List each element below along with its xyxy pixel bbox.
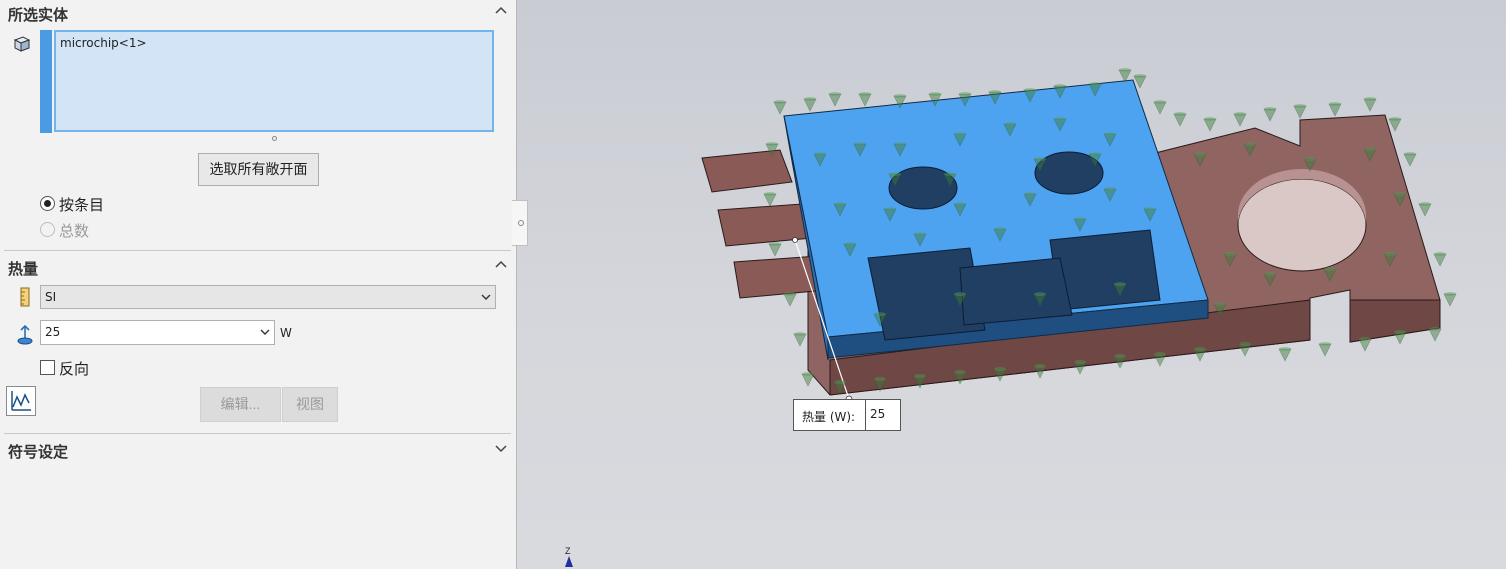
heat-unit: W [280, 326, 292, 340]
graph-button[interactable] [6, 386, 36, 416]
section-divider [4, 433, 511, 434]
section-divider [4, 250, 511, 251]
axis-z-label: Z [565, 546, 571, 556]
list-item[interactable]: microchip<1> [60, 36, 147, 50]
edit-button[interactable]: 编辑... [200, 387, 281, 422]
total-label: 总数 [59, 223, 90, 240]
select-all-open-faces-button[interactable]: 选取所有敞开面 [198, 153, 319, 186]
reverse-label: 反向 [59, 361, 90, 378]
chevron-up-icon[interactable] [494, 4, 508, 18]
solid-body-icon [13, 36, 31, 52]
list-resize-handle[interactable] [272, 136, 277, 141]
selected-entities-header[interactable]: 所选实体 [0, 0, 512, 26]
symbol-settings-title: 符号设定 [8, 444, 69, 461]
property-panel: 所选实体 microchip<1> 选取所有敞开面 按条目 总数 热量 SI 2… [0, 0, 517, 569]
model-render[interactable] [517, 0, 1506, 569]
heat-header[interactable]: 热量 [0, 254, 512, 280]
chevron-up-icon[interactable] [494, 258, 508, 272]
selection-indicator-bar [40, 30, 52, 133]
unit-system-value: SI [45, 290, 57, 304]
unit-ruler-icon [20, 287, 30, 307]
chevron-down-icon[interactable] [481, 292, 491, 302]
reverse-checkbox[interactable] [40, 360, 55, 375]
selected-entities-title: 所选实体 [8, 7, 69, 24]
heat-callout[interactable]: 热量 (W): 25 [793, 399, 901, 431]
splitter-handle[interactable] [518, 220, 524, 226]
heat-power-icon [17, 324, 33, 345]
chevron-down-icon[interactable] [260, 327, 270, 337]
by-entry-label: 按条目 [59, 197, 105, 214]
chevron-down-icon[interactable] [494, 441, 508, 455]
heat-value-input[interactable]: 25 [40, 320, 275, 345]
by-entry-radio[interactable] [40, 196, 55, 211]
view-button[interactable]: 视图 [282, 387, 338, 422]
heat-value: 25 [45, 325, 61, 339]
total-radio[interactable] [40, 222, 55, 237]
graph-icon [11, 391, 31, 411]
callout-label: 热量 (W): [802, 410, 856, 424]
symbol-settings-header[interactable]: 符号设定 [0, 437, 512, 463]
selected-entities-list[interactable]: microchip<1> [54, 30, 494, 132]
heat-title: 热量 [8, 261, 39, 278]
callout-value[interactable]: 25 [865, 399, 901, 431]
unit-system-select[interactable]: SI [40, 285, 496, 309]
